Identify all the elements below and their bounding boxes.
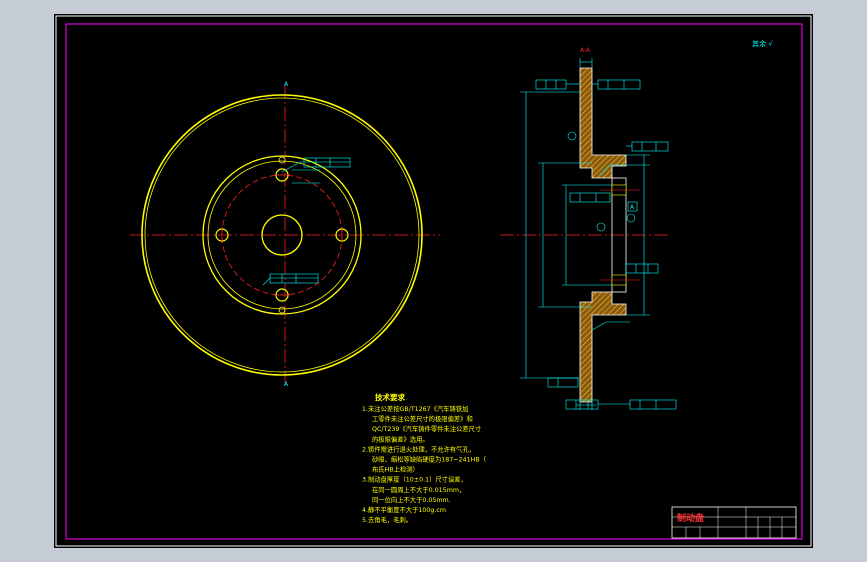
tech-req-line: 2.铸件需进行退火处理，不允许有气孔， [362, 444, 475, 453]
tech-req-line: 砂眼、缩松等缺陷硬度为187~241HB（ [372, 455, 486, 464]
tech-req-line: 在同一圆周上不大于0.015mm， [372, 485, 465, 494]
tech-req-line: 4.静不平衡度不大于100g.cm [362, 505, 446, 514]
tech-req-line: 布氏HB上检测） [372, 465, 419, 474]
tech-req-line: 3.制动盘厚度（10±0.1）尺寸误差， [362, 475, 467, 484]
tech-req-line: 1.未注公差按GB/T1267《汽车铸铁加 [362, 404, 468, 413]
tech-req-line: 同一位向上不大于0.05mm. [372, 495, 451, 504]
roughness-note: 其余 √ [752, 39, 773, 48]
tech-req-line: QC/T239《汽车铸件零件未注公差尺寸 [372, 424, 481, 433]
cad-drawing-canvas: 其余 √ A A A-A A 技术要求 1.未注公差按GB/T1267《汽车铸铁… [54, 14, 813, 548]
tech-req-line: 5.去角毛，毛刺。 [362, 515, 412, 524]
tech-req-line: 的极限偏差》选用。 [372, 434, 429, 443]
tech-req-line: 工零件未注公差尺寸的极限偏差》和 [372, 414, 473, 423]
title-block-part-name: 制动盘 [677, 512, 704, 524]
tech-req-title: 技术要求 [375, 392, 405, 402]
section-view-label: A-A [580, 47, 591, 54]
drawing-sheet [54, 14, 813, 548]
